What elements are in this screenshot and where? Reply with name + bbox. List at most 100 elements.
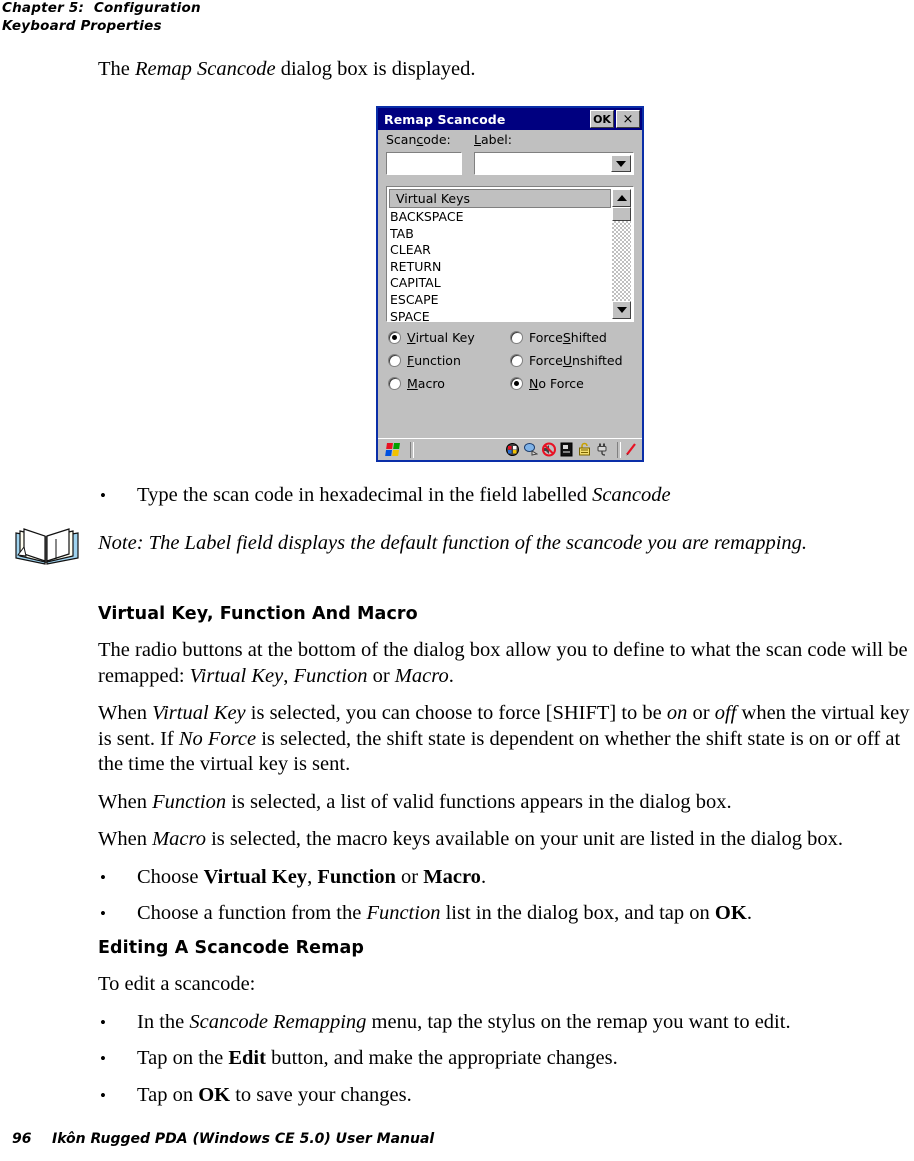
scancode-input[interactable] bbox=[386, 152, 462, 175]
radio-force-unshifted-pre: Force bbox=[529, 353, 563, 368]
bullet-list: Type the scan code in hexadecimal in the… bbox=[98, 483, 914, 509]
scrollbar-track[interactable] bbox=[612, 207, 631, 301]
manual-title: Ikôn Rugged PDA (Windows CE 5.0) User Ma… bbox=[52, 1131, 435, 1147]
label-combobox[interactable] bbox=[474, 152, 634, 175]
p1-c: or bbox=[367, 664, 395, 687]
radio-dot-icon bbox=[510, 377, 523, 390]
page-footer: 96 Ikôn Rugged PDA (Windows CE 5.0) User… bbox=[0, 1131, 914, 1153]
e3-b: to save your changes. bbox=[230, 1083, 412, 1106]
e2-b: button, and make the appropriate changes… bbox=[265, 1047, 618, 1069]
listbox-scrollbar[interactable] bbox=[612, 189, 631, 319]
paragraph-virtual-key: When Virtual Key is selected, you can ch… bbox=[98, 701, 914, 778]
e1-b: menu, tap the stylus on the remap you wa… bbox=[366, 1010, 791, 1033]
radio-macro[interactable]: Macro bbox=[388, 376, 445, 391]
network-icon[interactable] bbox=[505, 442, 520, 457]
b1-bold2: Function bbox=[317, 865, 396, 888]
b2-c: . bbox=[746, 902, 752, 924]
windows-ce-taskbar[interactable] bbox=[378, 438, 642, 460]
dialog-ok-button[interactable]: OK bbox=[590, 110, 614, 128]
radio-function[interactable]: Function bbox=[388, 353, 461, 368]
list-item[interactable]: ESCAPE bbox=[390, 292, 611, 309]
list-item[interactable]: SPACE bbox=[390, 309, 611, 321]
section-heading: Editing A Scancode Remap bbox=[98, 938, 365, 958]
scrollbar-thumb[interactable] bbox=[612, 207, 631, 221]
scancode-label-post: ode: bbox=[423, 132, 451, 147]
p2-c: or bbox=[687, 702, 715, 724]
scroll-down-icon[interactable] bbox=[612, 301, 631, 319]
radio-force-shifted[interactable]: Force Shifted bbox=[510, 330, 607, 345]
header-chapter: Chapter 5: Configuration bbox=[2, 0, 201, 16]
system-tray[interactable] bbox=[505, 441, 642, 458]
bullet-emphasis: Scancode bbox=[592, 484, 671, 506]
bullet-list: In the Scancode Remapping menu, tap the … bbox=[98, 1010, 914, 1109]
radio-no-force-post: o Force bbox=[538, 376, 584, 391]
desktop-icon[interactable] bbox=[523, 442, 539, 457]
p1-em3: Macro bbox=[394, 664, 449, 687]
list-item[interactable]: CAPITAL bbox=[390, 275, 611, 292]
radio-no-force[interactable]: No Force bbox=[510, 376, 584, 391]
unlock-icon[interactable] bbox=[577, 442, 592, 457]
scancode-bullet-block: Type the scan code in hexadecimal in the… bbox=[98, 483, 914, 520]
radio-force-shifted-post: hifted bbox=[570, 330, 607, 345]
remap-scancode-dialog-screenshot: Remap Scancode OK × Scancode: Label: Vir… bbox=[376, 106, 644, 462]
b2-b: list in the dialog box, and tap on bbox=[440, 902, 715, 924]
b1-c: , bbox=[307, 865, 318, 888]
radio-force-unshifted-post: nshifted bbox=[571, 353, 623, 368]
listbox-header: Virtual Keys bbox=[389, 189, 611, 208]
dialog-close-button[interactable]: × bbox=[616, 110, 640, 128]
p1-em1: Virtual Key bbox=[189, 664, 284, 687]
intro-paragraph: The Remap Scancode dialog box is display… bbox=[98, 57, 914, 83]
list-item: Tap on OK to save your changes. bbox=[98, 1083, 914, 1109]
power-plug-icon[interactable] bbox=[595, 442, 610, 457]
dialog-titlebar: Remap Scancode OK × bbox=[378, 108, 642, 130]
radio-virtual-key[interactable]: Virtual Key bbox=[388, 330, 475, 345]
taskbar-divider bbox=[617, 441, 621, 458]
virtual-keys-listbox[interactable]: Virtual Keys BACKSPACE TAB CLEAR RETURN … bbox=[386, 186, 634, 322]
radio-dot-icon bbox=[388, 331, 401, 344]
list-item[interactable]: BACKSPACE bbox=[390, 209, 611, 226]
open-book-icon bbox=[12, 525, 82, 568]
scancode-field-label: Scancode: bbox=[386, 132, 451, 147]
list-item: Type the scan code in hexadecimal in the… bbox=[98, 483, 914, 509]
section-heading: Virtual Key, Function And Macro bbox=[98, 604, 418, 624]
chevron-down-icon[interactable] bbox=[611, 155, 631, 172]
radio-force-shifted-pre: Force bbox=[529, 330, 563, 345]
paragraph-lead: To edit a scancode: bbox=[98, 973, 256, 995]
b1-bold3: Macro bbox=[423, 865, 481, 888]
stylus-icon[interactable] bbox=[624, 442, 639, 457]
list-item[interactable]: RETURN bbox=[390, 259, 611, 276]
battery-icon[interactable] bbox=[559, 442, 574, 457]
p4-em1: Macro bbox=[152, 828, 206, 850]
b1-e: . bbox=[480, 865, 487, 888]
windows-flag-icon bbox=[384, 442, 402, 457]
start-button[interactable] bbox=[380, 441, 406, 459]
list-item[interactable]: TAB bbox=[390, 226, 611, 243]
p4-a: When bbox=[98, 828, 153, 850]
radio-dot-icon bbox=[388, 354, 401, 367]
e3-bold: OK bbox=[198, 1083, 231, 1106]
radio-dot-icon bbox=[510, 331, 523, 344]
scancode-label-pre: Scan bbox=[386, 132, 417, 147]
radio-macro-post: acro bbox=[417, 376, 445, 391]
radio-virtual-key-post: irtual Key bbox=[415, 330, 475, 345]
list-item[interactable]: CLEAR bbox=[390, 242, 611, 259]
b2-a: Choose a function from the bbox=[137, 902, 367, 924]
radio-force-unshifted[interactable]: Force Unshifted bbox=[510, 353, 623, 368]
paragraph-function: When Function is selected, a list of val… bbox=[98, 790, 914, 816]
intro-post: dialog box is displayed. bbox=[275, 58, 476, 80]
no-sound-icon[interactable] bbox=[541, 442, 556, 457]
p1-em2: Function bbox=[293, 664, 368, 687]
radio-no-force-accel: N bbox=[529, 376, 539, 391]
b2-em: Function bbox=[366, 902, 441, 924]
radio-force-shifted-accel: S bbox=[562, 330, 571, 345]
scroll-up-icon[interactable] bbox=[612, 189, 631, 207]
radio-dot-icon bbox=[388, 377, 401, 390]
intro-emphasis: Remap Scancode bbox=[135, 58, 276, 80]
radio-function-accel: F bbox=[407, 353, 415, 368]
listbox-items[interactable]: BACKSPACE TAB CLEAR RETURN CAPITAL ESCAP… bbox=[390, 209, 611, 321]
intro-pre: The bbox=[98, 58, 135, 80]
field-labels-row: Scancode: Label: bbox=[378, 132, 642, 150]
e2-bold: Edit bbox=[228, 1047, 266, 1069]
bullet-pre: Type the scan code in hexadecimal in the… bbox=[137, 484, 593, 506]
p2-b: is selected, you can choose to force [SH… bbox=[245, 702, 667, 724]
